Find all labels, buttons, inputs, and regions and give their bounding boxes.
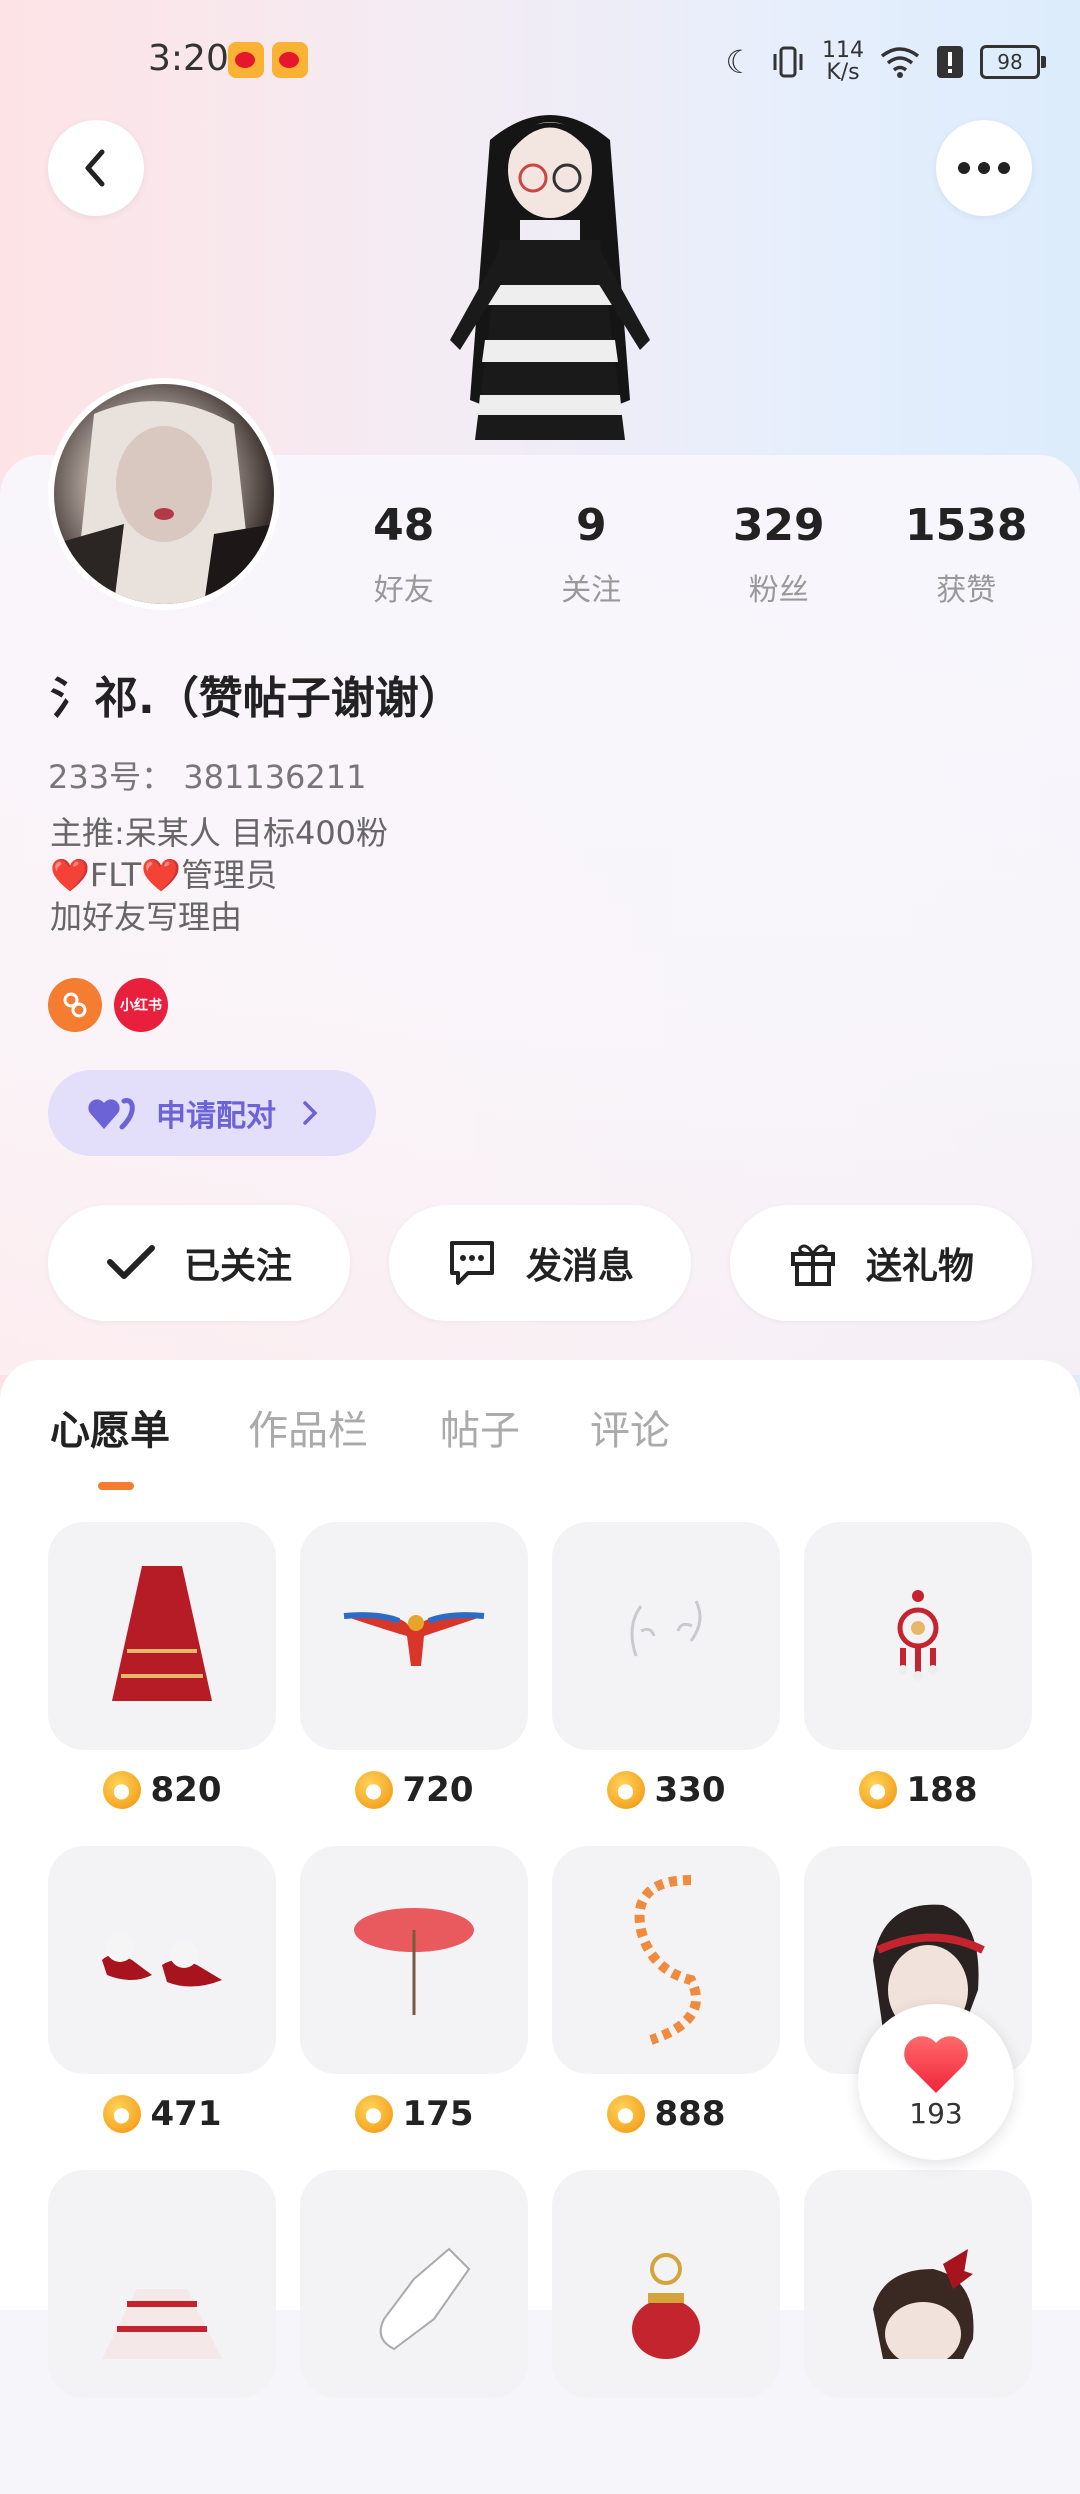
red-skirt-icon: [48, 1522, 276, 1750]
status-time: 3:20: [148, 38, 229, 79]
red-bow-hair-icon: [804, 2170, 1032, 2398]
avatar-photo: [54, 384, 274, 604]
xiaohongshu-link[interactable]: 小红书: [114, 978, 168, 1032]
stat-value: 329: [732, 500, 825, 551]
wifi-icon: [880, 47, 920, 78]
alert-icon: [937, 46, 963, 78]
parrot-icon: [300, 1522, 528, 1750]
send-gift-button[interactable]: 送礼物: [730, 1205, 1032, 1321]
wishlist-grid: ● 820 ● 720 ● 330 ● 188 ● 471 ● 175 ● 888: [48, 1522, 1032, 2494]
more-button[interactable]: [936, 120, 1032, 216]
tab-wishlist[interactable]: 心愿单: [50, 1398, 170, 1456]
back-button[interactable]: [48, 120, 144, 216]
checkmark-icon: [106, 1245, 155, 1279]
weibo-notification-icon: [228, 42, 264, 78]
hearts-icon: [88, 1098, 135, 1130]
coin-icon: ●: [354, 2095, 393, 2133]
coin-icon: ●: [606, 1771, 645, 1809]
following-label: 已关注: [183, 1246, 292, 1287]
coin-icon: ●: [354, 1771, 393, 1809]
tab-posts[interactable]: 帖子: [440, 1398, 520, 1456]
chevron-left-icon: [85, 149, 105, 187]
earring-icon: [804, 1522, 1032, 1750]
red-shoes-icon: [48, 1846, 276, 2074]
lantern-icon: [552, 2170, 780, 2398]
action-buttons: 已关注 发消息 送礼物: [48, 1205, 1032, 1321]
tab-works[interactable]: 作品栏: [248, 1398, 368, 1456]
profile-bio: 主推:呆某人 目标400粉 ❤️FLT❤️管理员 加好友写理由: [50, 814, 389, 936]
wishlist-item[interactable]: ● 175: [300, 1846, 528, 2170]
stat-following[interactable]: 9 关注: [498, 500, 686, 609]
status-icons: ☾ 114 K/s 98: [725, 38, 1046, 85]
net-speed: 114 K/s: [822, 38, 864, 85]
profile-nickname: 氵祁.（赞帖子谢谢）: [50, 673, 463, 724]
tab-comments[interactable]: 评论: [590, 1398, 670, 1456]
gift-label: 送礼物: [865, 1246, 974, 1287]
item-price: ● 820: [48, 1770, 276, 1810]
gift-icon: [790, 1244, 835, 1286]
wishlist-item[interactable]: ● 330: [552, 1522, 780, 1846]
chevron-right-icon: [303, 1101, 318, 1125]
wishlist-item[interactable]: ● 888: [552, 1846, 780, 2170]
character-figure: [450, 115, 650, 440]
following-button[interactable]: 已关注: [48, 1205, 350, 1321]
moon-icon: ☾: [725, 43, 754, 81]
weibo-notification-icon: [272, 42, 308, 78]
red-umbrella-icon: [300, 1846, 528, 2074]
wishlist-item[interactable]: ● 820: [48, 1522, 276, 1846]
coin-icon: ●: [606, 2095, 645, 2133]
stat-friends[interactable]: 48 好友: [310, 500, 498, 609]
avatar[interactable]: [48, 378, 280, 610]
message-label: 发消息: [525, 1246, 634, 1287]
item-price: ● 888: [552, 2094, 780, 2134]
social-link-orange[interactable]: [48, 978, 102, 1032]
vibrate-icon: [773, 46, 803, 78]
petal-ribbon-icon: [552, 1846, 780, 2074]
stat-value: 9: [575, 500, 607, 551]
request-pair-button[interactable]: 申请配对: [48, 1070, 376, 1156]
white-sock-icon: [300, 2170, 528, 2398]
wishlist-item[interactable]: [552, 2170, 780, 2494]
hair-ornament-icon: [552, 1522, 780, 1750]
coin-icon: ●: [102, 1771, 141, 1809]
active-tab-indicator: [98, 1482, 134, 1490]
item-price: ● 471: [48, 2094, 276, 2134]
wishlist-item[interactable]: ● 720: [300, 1522, 528, 1846]
social-app-icon: [63, 992, 87, 1018]
wishlist-item[interactable]: ● 188: [804, 1522, 1032, 1846]
stat-label: 关注: [561, 573, 622, 608]
xiaohongshu-icon: 小红书: [120, 998, 162, 1014]
battery-indicator: 98: [980, 45, 1046, 79]
item-price: ● 188: [804, 1770, 1032, 1810]
stat-value: 48: [373, 500, 435, 551]
item-price: ● 175: [300, 2094, 528, 2134]
wishlist-item[interactable]: [300, 2170, 528, 2494]
item-price: ● 330: [552, 1770, 780, 1810]
message-button[interactable]: 发消息: [389, 1205, 691, 1321]
chat-bubble-icon: [449, 1241, 494, 1285]
stat-label: 好友: [373, 573, 434, 608]
wishlist-item[interactable]: [48, 2170, 276, 2494]
stat-label: 粉丝: [748, 573, 809, 608]
coin-icon: ●: [858, 1771, 897, 1809]
wishlist-item[interactable]: ● 471: [48, 1846, 276, 2170]
stat-label: 获赞: [936, 573, 997, 608]
profile-stats: 48 好友 9 关注 329 粉丝 1538 获赞: [310, 500, 1060, 609]
wishlist-item[interactable]: [804, 2170, 1032, 2494]
coin-icon: ●: [102, 2095, 141, 2133]
heart-icon: [904, 2035, 968, 2093]
more-dots-icon: [958, 162, 1010, 174]
like-button[interactable]: 193: [858, 2004, 1014, 2160]
item-price: ● 720: [300, 1770, 528, 1810]
stat-likes[interactable]: 1538 获赞: [873, 500, 1061, 609]
stat-value: 1538: [905, 500, 1028, 551]
pair-label: 申请配对: [156, 1099, 276, 1134]
profile-uid: 233号： 381136211: [48, 758, 367, 796]
red-dress-icon: [48, 2170, 276, 2398]
stat-fans[interactable]: 329 粉丝: [685, 500, 873, 609]
like-count: 193: [909, 2096, 963, 2130]
